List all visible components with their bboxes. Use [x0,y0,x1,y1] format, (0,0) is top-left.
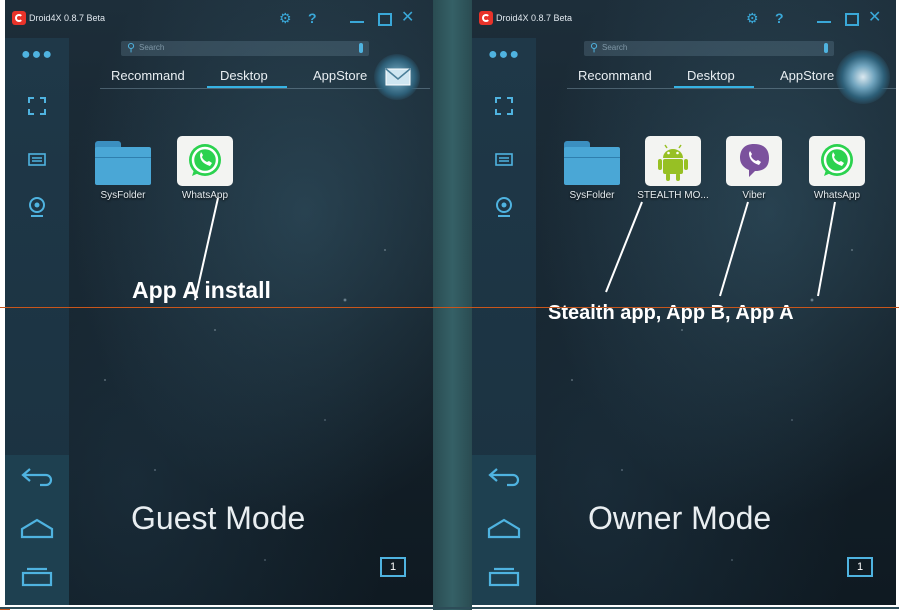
fullscreen-icon[interactable] [5,96,69,121]
tab-appstore[interactable]: AppStore [780,68,834,83]
search-icon: ⚲ [590,42,599,54]
window-title: Droid4X 0.8.7 Beta [29,13,106,23]
corner-mark [0,609,10,610]
titlebar: Droid4X 0.8.7 Beta ⚙ ? ✕ [472,0,896,38]
search-placeholder: Search [602,43,628,52]
annotation-arrows [605,201,836,297]
more-icon[interactable]: ●●● [5,46,69,64]
close-icon[interactable]: ✕ [868,10,881,26]
camera-icon[interactable] [472,196,536,223]
close-icon[interactable]: ✕ [401,10,414,26]
app-label: SysFolder [100,190,146,201]
active-tab-indicator [207,86,287,88]
tab-recommand[interactable]: Recommand [111,68,185,83]
recents-icon[interactable] [472,565,536,592]
search-input[interactable]: ⚲ Search [121,41,369,56]
sysfolder-icon[interactable] [564,141,620,185]
search-input[interactable]: ⚲ Search [584,41,834,56]
droid4x-logo-icon [12,11,26,25]
home-icon[interactable] [5,517,69,544]
keyboard-icon[interactable] [5,150,69,171]
mode-label: Owner Mode [588,500,772,536]
titlebar: Droid4X 0.8.7 Beta ⚙ ? ✕ [5,0,433,38]
sidebar: ●●● [472,38,536,605]
camera-icon[interactable] [5,196,69,223]
help-icon[interactable]: ? [308,10,317,26]
fullscreen-icon[interactable] [472,96,536,121]
page-indicator[interactable]: 1 [380,557,406,577]
owner-mode-panel: Droid4X 0.8.7 Beta ⚙ ? ✕ ●●● ⚲ Search Re… [472,0,896,605]
mic-icon[interactable] [824,43,828,53]
android-stealth-icon[interactable] [645,136,701,186]
sysfolder-icon[interactable] [95,141,151,185]
window-title: Droid4X 0.8.7 Beta [496,13,573,23]
back-icon[interactable] [5,465,69,492]
recents-icon[interactable] [5,565,69,592]
search-placeholder: Search [139,43,165,52]
viber-icon[interactable] [726,136,782,186]
active-tab-indicator [674,86,754,88]
nav-bar [472,455,536,605]
annotation-text: Stealth app, App B, App A [548,302,794,324]
back-icon[interactable] [472,465,536,492]
guest-mode-panel: Droid4X 0.8.7 Beta ⚙ ? ✕ ●●● ⚲ Search Re… [5,0,433,605]
tab-recommand[interactable]: Recommand [578,68,652,83]
gear-icon[interactable]: ⚙ [746,10,759,26]
droid4x-logo-icon [479,11,493,25]
keyboard-icon[interactable] [472,150,536,171]
home-icon[interactable] [472,517,536,544]
gear-icon[interactable]: ⚙ [279,10,292,26]
mode-label: Guest Mode [131,500,306,536]
search-icon: ⚲ [127,42,136,54]
sidebar: ●●● [5,38,69,605]
background-strip [433,0,472,610]
galaxy-widget-icon[interactable] [836,50,890,104]
tab-desktop[interactable]: Desktop [687,68,735,83]
tab-appstore[interactable]: AppStore [313,68,367,83]
bottom-border [0,607,899,609]
annotation-text: App A install [132,277,271,303]
page-indicator[interactable]: 1 [847,557,873,577]
mail-icon[interactable] [374,54,420,100]
more-icon[interactable]: ●●● [472,46,536,64]
separator-line [0,307,899,308]
mic-icon[interactable] [359,43,363,53]
tab-desktop[interactable]: Desktop [220,68,268,83]
nav-bar [5,455,69,605]
whatsapp-icon[interactable] [809,136,865,186]
help-icon[interactable]: ? [775,10,784,26]
whatsapp-icon[interactable] [177,136,233,186]
